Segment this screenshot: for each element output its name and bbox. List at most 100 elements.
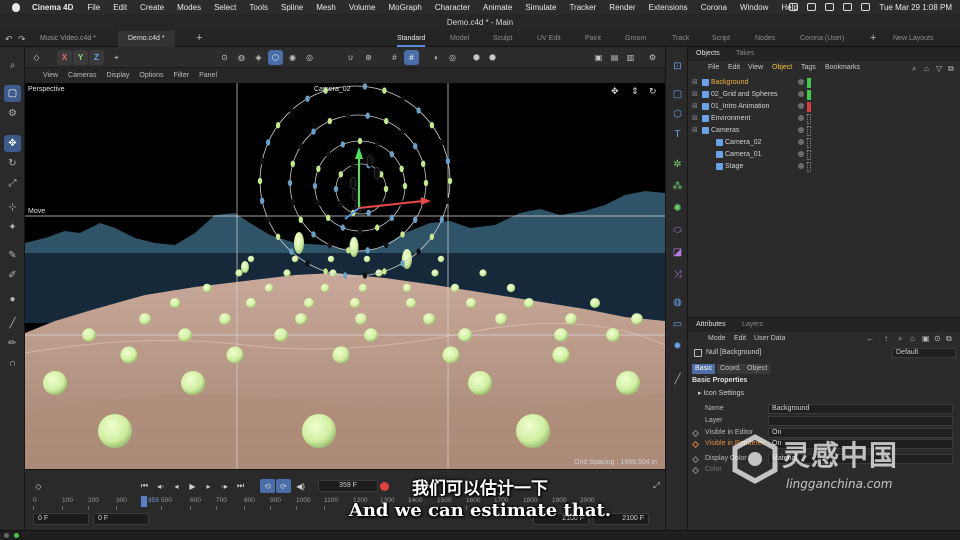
attribute-menu-mode[interactable]: Mode	[708, 335, 726, 342]
tab-layers[interactable]: Layers	[742, 321, 763, 328]
text-spline-icon[interactable]: T	[670, 127, 685, 142]
new-window-icon[interactable]: ⧉	[946, 334, 952, 344]
magnet-tool-icon[interactable]: ∩	[4, 355, 21, 372]
polygons-mode-icon[interactable]: ◈	[251, 50, 266, 65]
menu-spline[interactable]: Spline	[281, 3, 303, 12]
visibility-dot[interactable]	[798, 139, 804, 145]
filter-icon[interactable]: ▽	[936, 64, 942, 73]
mode-model-icon[interactable]: ◇	[29, 50, 44, 65]
axis-z-toggle[interactable]: Z	[89, 50, 104, 65]
undo-icon[interactable]: ↶	[5, 34, 13, 45]
texture-mode-icon[interactable]: ◎	[302, 50, 317, 65]
menu-window[interactable]: Window	[740, 3, 768, 12]
tab-layout-corona-user-[interactable]: Corona (User)	[800, 31, 844, 47]
object-menu-object[interactable]: Object	[772, 64, 792, 71]
object-tag-icon[interactable]	[807, 162, 811, 172]
menu-tracker[interactable]: Tracker	[569, 3, 596, 12]
workplane-icon[interactable]: #	[404, 50, 419, 65]
document-tab[interactable]: Demo.c4d *	[118, 31, 175, 47]
expand-icon[interactable]: ⊞	[692, 78, 698, 86]
uv-mode-icon[interactable]: ◉	[285, 50, 300, 65]
viewport-rotate-icon[interactable]: ↻	[649, 86, 657, 97]
object-manager-icon[interactable]: ⊡	[670, 59, 685, 74]
attribute-menu-edit[interactable]: Edit	[734, 335, 746, 342]
object-tag-icon[interactable]	[807, 138, 811, 148]
settings-icon[interactable]: ⊙	[934, 334, 941, 343]
render-view-icon[interactable]: ▣	[591, 50, 606, 65]
keyframe-diamond-icon[interactable]	[691, 455, 700, 464]
edges-mode-icon[interactable]: ◍	[234, 50, 249, 65]
bookmark-icon[interactable]: ⌂	[910, 334, 915, 343]
menu-character[interactable]: Character	[435, 3, 470, 12]
lock-icon[interactable]: ▣	[922, 334, 930, 343]
tab-takes[interactable]: Takes	[736, 50, 754, 57]
viewport-menu-panel[interactable]: Panel	[199, 72, 217, 79]
light-icon[interactable]: ✹	[670, 339, 685, 354]
scale-tool-icon[interactable]: ⤢	[4, 175, 21, 192]
new-window-icon[interactable]: ⧉	[948, 64, 954, 74]
tab-layout-script[interactable]: Script	[712, 31, 730, 47]
object-tag-icon[interactable]	[807, 114, 811, 124]
spline-pen-icon[interactable]: ✎	[4, 247, 21, 264]
subtab-basic[interactable]: Basic	[692, 364, 716, 374]
tab-layout-standard[interactable]: Standard	[397, 31, 426, 47]
menu-edit[interactable]: Edit	[113, 3, 127, 12]
visibility-dot[interactable]	[798, 103, 804, 109]
subtab-coord[interactable]: Coord.	[717, 364, 745, 374]
menu-file[interactable]: File	[87, 3, 100, 12]
cloner-icon[interactable]: ⁂	[670, 179, 685, 194]
object-row[interactable]: Camera_02	[688, 137, 960, 149]
tab-layout-sculpt[interactable]: Sculpt	[493, 31, 512, 47]
up-arrow-icon[interactable]: ↑	[884, 334, 888, 343]
effector-icon[interactable]: ✺	[670, 201, 685, 216]
back-arrow-icon[interactable]: ←	[866, 334, 874, 343]
tab-objects[interactable]: Objects	[696, 50, 720, 57]
attribute-value-field[interactable]	[768, 416, 953, 426]
tab-layout-track[interactable]: Track	[672, 31, 689, 47]
expand-icon[interactable]: ⊞	[692, 102, 698, 110]
menu-mesh[interactable]: Mesh	[316, 3, 336, 12]
visibility-dot[interactable]	[798, 127, 804, 133]
keyframe-diamond-icon[interactable]	[691, 429, 700, 438]
menu-select[interactable]: Select	[214, 3, 236, 12]
viewport-menu-options[interactable]: Options	[139, 72, 163, 79]
render-picture-viewer-icon[interactable]: ▤	[607, 50, 622, 65]
render-settings-icon[interactable]: ⬣	[485, 50, 500, 65]
viewport-menu-cameras[interactable]: Cameras	[68, 72, 96, 79]
object-row[interactable]: ⊞ 02_Grid and Spheres	[688, 89, 960, 101]
sketch-tool-icon[interactable]: ✐	[4, 267, 21, 284]
wifi-icon[interactable]	[825, 3, 835, 11]
visibility-dot[interactable]	[798, 163, 804, 169]
new-layouts-button[interactable]: New Layouts	[893, 31, 933, 47]
preset-dropdown[interactable]: Default	[892, 348, 956, 358]
axis-y-toggle[interactable]: Y	[73, 50, 88, 65]
render-region-icon[interactable]: ⬢	[469, 50, 484, 65]
tab-attributes[interactable]: Attributes	[696, 321, 726, 328]
menu-corona[interactable]: Corona	[701, 3, 727, 12]
menu-animate[interactable]: Animate	[483, 3, 512, 12]
viewport-zoom-icon[interactable]: ⇕	[631, 86, 639, 97]
tab-layout-groom[interactable]: Groom	[625, 31, 646, 47]
selection-tool-icon[interactable]: ▢	[4, 85, 21, 102]
keyframe-diamond-icon[interactable]	[691, 440, 700, 449]
spline-deformer-icon[interactable]: ⤨	[670, 267, 685, 282]
settings-tool-icon[interactable]: ⚙	[4, 105, 21, 122]
object-tag-icon[interactable]	[807, 102, 811, 112]
object-row[interactable]: ⊞ Background	[688, 77, 960, 89]
menu-volume[interactable]: Volume	[349, 3, 376, 12]
brush-tool-icon[interactable]: ✏	[4, 335, 21, 352]
object-menu-tags[interactable]: Tags	[801, 64, 816, 71]
subsection-icon-settings[interactable]: ▸ Icon Settings	[698, 389, 744, 397]
viewport-menu-filter[interactable]: Filter	[174, 72, 190, 79]
tab-layout-model[interactable]: Model	[450, 31, 469, 47]
visibility-dot[interactable]	[798, 91, 804, 97]
3d-viewport[interactable]: Perspective Camera_02 Move Grid Spacing …	[25, 83, 665, 469]
app-menu[interactable]: Cinema 4D	[32, 3, 73, 12]
object-tag-icon[interactable]	[807, 150, 811, 160]
picker-icon[interactable]: ╱	[670, 372, 685, 387]
object-mode-icon[interactable]: ⬡	[268, 50, 283, 65]
object-row[interactable]: ⊞ Environment	[688, 113, 960, 125]
object-tag-icon[interactable]	[807, 126, 811, 136]
keyframe-diamond-icon[interactable]	[691, 466, 700, 475]
clock-history-icon[interactable]	[789, 3, 799, 11]
